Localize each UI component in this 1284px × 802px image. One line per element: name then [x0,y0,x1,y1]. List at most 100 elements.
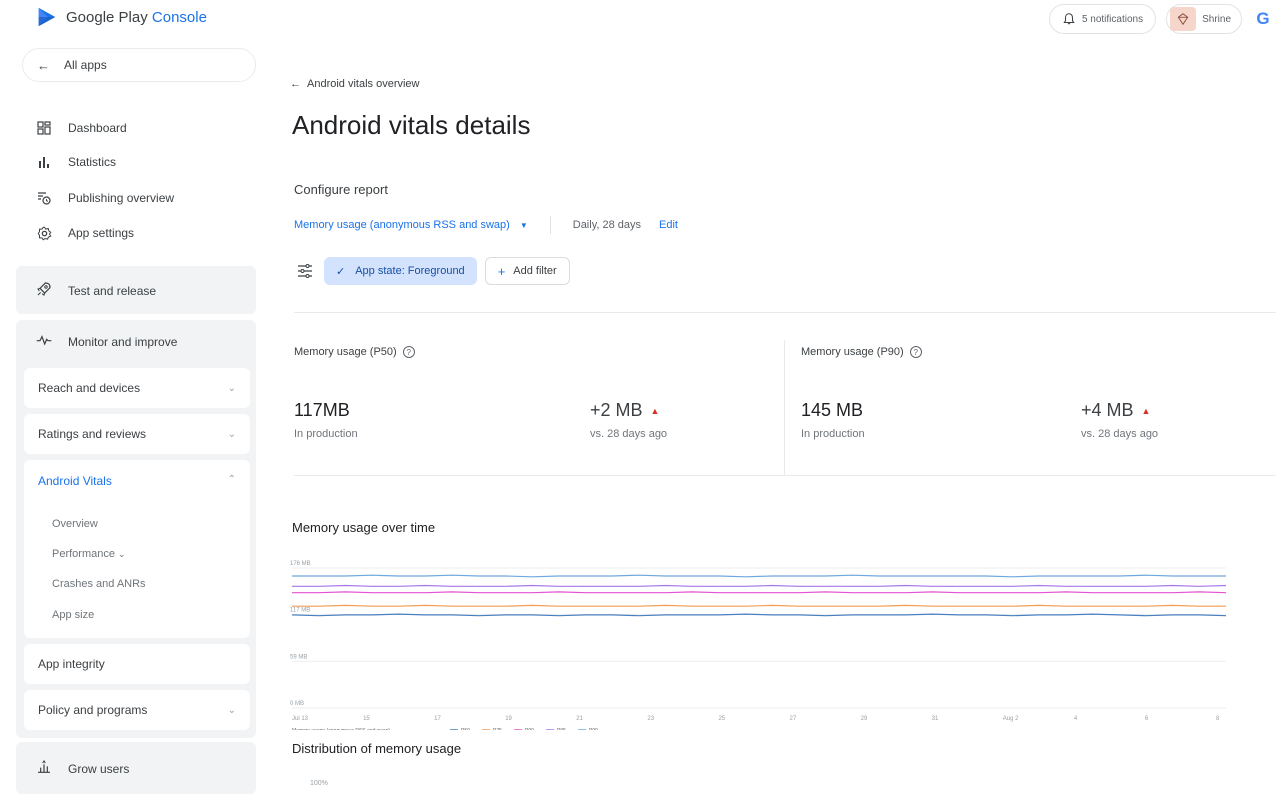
x-tick-label: 4 [1074,716,1078,722]
p90-value: 145 MB [801,400,864,420]
sidebar-item-publishing-overview[interactable]: Publishing overview [36,188,174,208]
divider [294,312,1276,313]
sidebar-item-label: Dashboard [68,121,127,135]
metric-dropdown-value: Memory usage (anonymous RSS and swap) [294,219,510,231]
legend-label: Memory usage (anonymous RSS and swap) [292,728,390,730]
page-title: Android vitals details [292,110,531,140]
legend-entry: P99 [589,728,598,730]
notifications-label: 5 notifications [1081,13,1144,25]
arrow-left-icon: ← [290,78,301,90]
all-apps-label: All apps [64,58,107,72]
x-tick-label: Jul 13 [292,716,309,722]
x-tick-label: 19 [505,716,512,722]
sidebar-item-app-integrity[interactable]: App integrity [24,644,250,684]
edit-range-link[interactable]: Edit [659,219,678,231]
card-label: Ratings and reviews [38,427,147,441]
filter-row: ✓ App state: Foreground + Add filter [294,257,570,285]
card-label: App integrity [38,657,105,671]
sidebar-subitem-overview[interactable]: Overview [52,518,98,530]
card-title: Memory usage (P50) ? [294,346,415,358]
grow-users-icon [36,759,52,778]
arrow-left-icon: ← [37,57,50,73]
sidebar: ← All apps Dashboard Statistics Publishi… [0,38,270,802]
x-tick-label: 31 [932,716,939,722]
sidebar-item-reach-and-devices[interactable]: Reach and devices ⌄ [24,368,250,408]
help-icon[interactable]: ? [402,346,415,358]
series-line-p75 [292,604,1226,607]
card-label: Android Vitals [38,474,112,488]
sidebar-item-dashboard[interactable]: Dashboard [36,118,127,138]
pulse-icon [36,334,52,349]
help-icon[interactable]: ? [909,346,922,358]
date-range-label: Daily, 28 days [572,219,642,231]
x-tick-label: 21 [576,716,583,722]
chevron-down-icon: ⌄ [227,428,236,440]
sidebar-subitem-performance[interactable]: Performance ⌄ [52,548,126,560]
filter-list-icon[interactable] [294,261,316,281]
series-line-p95 [292,584,1227,587]
sidebar-subitem-crashes-and-anrs[interactable]: Crashes and ANRs [52,578,146,590]
rocket-icon [36,281,52,300]
card-title: Memory usage (P90) ? [801,346,922,358]
memory-over-time-title: Memory usage over time [292,520,436,535]
section-head: Test and release [36,281,156,300]
legend-entry: P90 [525,728,534,730]
series-line-p99 [292,574,1226,578]
trend-up-icon: ▲ [1141,405,1151,416]
notifications-button[interactable]: 5 notifications [1048,4,1157,34]
app-switcher-button[interactable]: Shrine [1166,4,1242,34]
section-head: Grow users [36,759,129,778]
check-icon: ✓ [336,265,346,278]
y-tick-label: 176 MB [290,561,311,567]
p50-delta: +2 MB ▲ [590,400,659,421]
x-tick-label: 23 [647,716,654,722]
p90-delta: +4 MB ▲ [1081,400,1150,421]
report-config-row: Memory usage (anonymous RSS and swap) ▼ … [294,216,678,234]
plus-icon: + [497,263,506,279]
x-tick-label: 29 [861,716,868,722]
memory-usage-line-chart[interactable]: 176 MB 117 MB 59 MB 0 MB Jul 13 15 17 19 21 23 25 2… [286,554,1246,730]
p90-sub: In production [801,428,865,440]
sidebar-item-label: Statistics [68,155,117,169]
all-apps-button[interactable]: ← All apps [22,48,256,82]
add-filter-button[interactable]: + Add filter [484,257,570,285]
chevron-up-icon: ⌃ [227,474,236,485]
legend-entry: P95 [557,728,566,730]
sidebar-item-label: App settings [68,226,135,240]
sidebar-item-policy-and-programs[interactable]: Policy and programs ⌄ [24,690,250,730]
x-tick-label: 27 [790,716,797,722]
delta-value: +2 MB [590,400,643,420]
chevron-down-icon: ⌄ [118,549,126,559]
monitor-head[interactable]: Monitor and improve [36,334,177,349]
card-label: Policy and programs [38,703,148,717]
sidebar-item-ratings-and-reviews[interactable]: Ratings and reviews ⌄ [24,414,250,454]
google-account-icon[interactable]: G [1252,9,1274,29]
configure-report-label: Configure report [294,182,388,197]
legend-entry: P50 [461,728,470,730]
card-title-text: Memory usage (P50) [294,346,397,358]
back-link-label: Android vitals overview [307,78,420,90]
profile-label: Shrine [1202,13,1231,25]
distribution-title: Distribution of memory usage [292,741,462,756]
card-label: Reach and devices [38,381,141,395]
sidebar-item-app-settings[interactable]: App settings [36,223,134,243]
x-tick-label: Aug 2 [1003,716,1019,722]
p50-value: 117MB [294,400,350,420]
p50-delta-sub: vs. 28 days ago [590,428,668,440]
section-label: Monitor and improve [68,334,178,349]
sidebar-section-test-and-release[interactable]: Test and release [16,266,256,314]
trend-up-icon: ▲ [650,405,660,416]
back-to-vitals-overview-link[interactable]: ← Android vitals overview [290,78,420,90]
p90-summary-card: Memory usage (P90) ? 145 MB In productio… [784,340,1276,476]
dropdown-arrow-icon: ▼ [519,220,528,230]
chevron-down-icon: ⌄ [227,704,236,716]
sidebar-section-grow-users[interactable]: Grow users [16,742,256,794]
brand-logo[interactable]: Google Play Console [36,6,207,28]
app-state-filter-chip[interactable]: ✓ App state: Foreground [324,257,477,285]
y-tick-label: 59 MB [290,654,307,660]
sidebar-subitem-app-size[interactable]: App size [52,609,94,621]
sidebar-item-statistics[interactable]: Statistics [36,152,116,172]
metric-dropdown[interactable]: Memory usage (anonymous RSS and swap) ▼ [294,219,528,231]
chevron-down-icon: ⌄ [227,382,236,394]
series-line-p50 [291,613,1227,617]
